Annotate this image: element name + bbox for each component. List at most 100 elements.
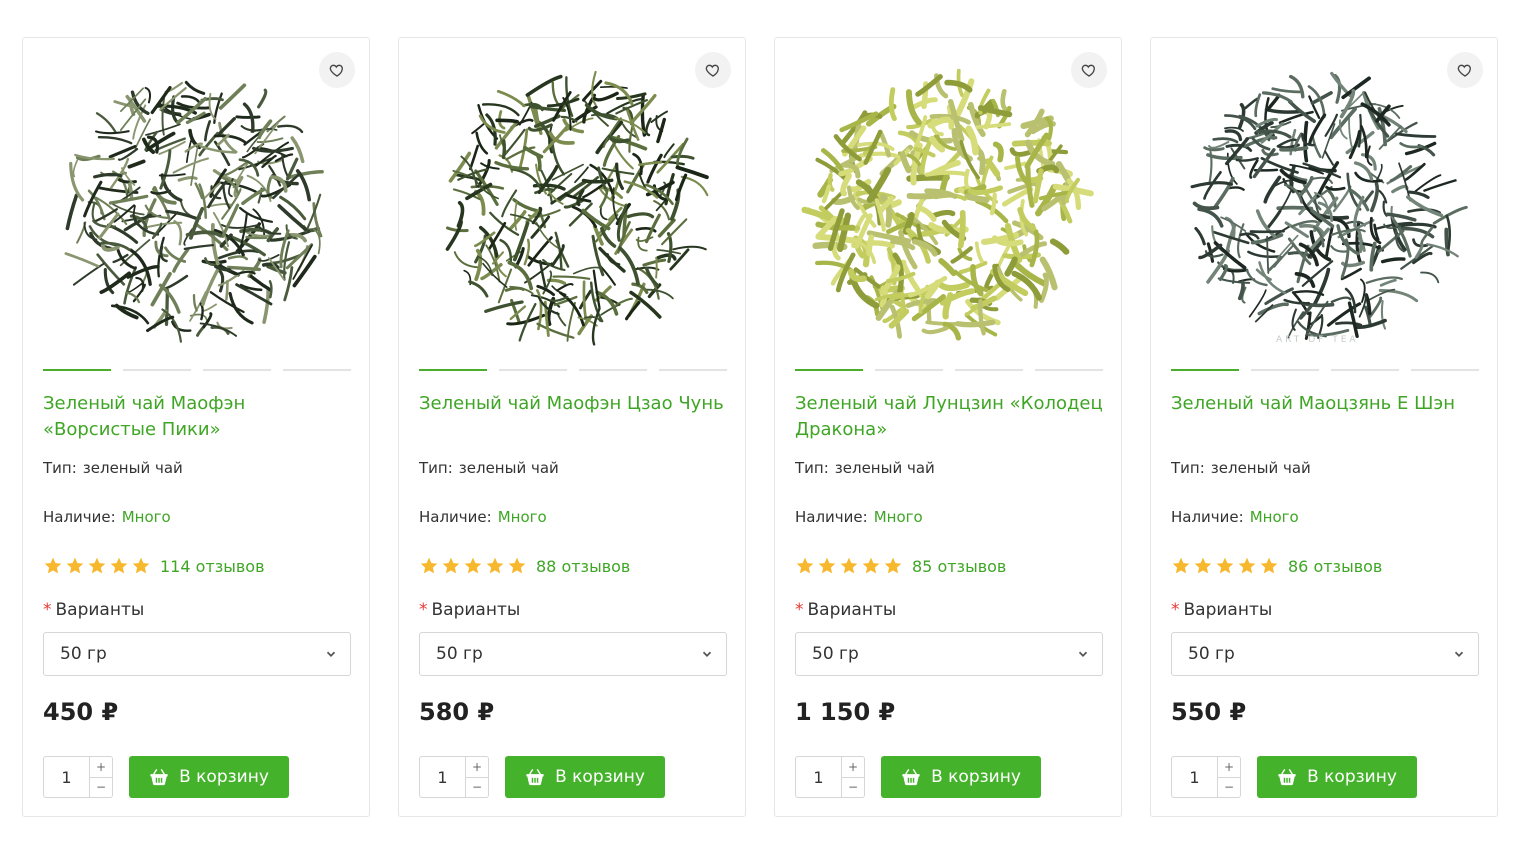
reviews-link[interactable]: 114 отзывов (160, 557, 265, 576)
stock-label: Наличие: (1171, 508, 1244, 526)
product-type: Тип: зеленый чай (795, 459, 935, 477)
slider-dot[interactable] (795, 369, 863, 371)
favorite-button[interactable] (695, 52, 731, 88)
slider-dot[interactable] (419, 369, 487, 371)
product-stock: Наличие: Много (419, 508, 547, 526)
quantity-decrease-button[interactable]: − (466, 776, 488, 798)
product-title-link[interactable]: Зеленый чай Маофэн «Ворсистые Пики» (43, 391, 353, 443)
quantity-increase-button[interactable]: + (90, 757, 112, 777)
product-price: 580 ₽ (419, 698, 495, 726)
slider-dot[interactable] (499, 369, 567, 371)
product-stock: Наличие: Много (43, 508, 171, 526)
quantity-input[interactable]: 1 (796, 757, 842, 797)
quantity-increase-button[interactable]: + (466, 757, 488, 777)
add-to-cart-label: В корзину (931, 767, 1021, 787)
slider-dot[interactable] (123, 369, 191, 371)
rating-stars (1171, 556, 1279, 576)
product-rating: 85 отзывов (795, 556, 1006, 576)
slider-dot[interactable] (955, 369, 1023, 371)
basket-icon (526, 768, 544, 786)
slider-dot[interactable] (203, 369, 271, 371)
add-to-cart-button[interactable]: В корзину (505, 756, 665, 798)
slider-dot[interactable] (1331, 369, 1399, 371)
slider-dot[interactable] (1251, 369, 1319, 371)
star-icon (1238, 557, 1256, 574)
product-rating: 88 отзывов (419, 556, 630, 576)
stock-value: Много (497, 508, 547, 526)
product-grid: Зеленый чай Маофэн «Ворсистые Пики» Тип:… (22, 37, 1498, 817)
star-icon (1194, 557, 1212, 574)
product-image[interactable] (399, 38, 745, 368)
slider-dot[interactable] (43, 369, 111, 371)
type-label: Тип: (1171, 459, 1205, 477)
quantity-increase-button[interactable]: + (842, 757, 864, 777)
product-card: Зеленый чай Маофэн «Ворсистые Пики» Тип:… (22, 37, 370, 817)
star-icon (66, 557, 84, 574)
slider-dot[interactable] (1035, 369, 1103, 371)
type-value: зеленый чай (82, 459, 183, 477)
tea-leaves-image (801, 68, 1094, 341)
product-card: Зеленый чай Маофэн Цзао Чунь Тип: зеленый… (398, 37, 746, 817)
variant-select[interactable]: 50 гр (1171, 632, 1479, 676)
star-icon (1260, 557, 1278, 574)
reviews-link[interactable]: 86 отзывов (1288, 557, 1382, 576)
quantity-input[interactable]: 1 (1172, 757, 1218, 797)
quantity-decrease-button[interactable]: − (1218, 776, 1240, 798)
stock-label: Наличие: (419, 508, 492, 526)
variants-label-text: Варианты (1183, 600, 1273, 620)
variants-label-text: Варианты (431, 600, 521, 620)
variants-label: * Варианты (43, 600, 144, 620)
star-icon (132, 557, 150, 574)
variant-select[interactable]: 50 гр (795, 632, 1103, 676)
variant-selected-value: 50 гр (436, 644, 483, 664)
product-title-link[interactable]: Зеленый чай Маофэн Цзао Чунь (419, 391, 729, 417)
add-to-cart-button[interactable]: В корзину (1257, 756, 1417, 798)
product-rating: 86 отзывов (1171, 556, 1382, 576)
quantity-increase-button[interactable]: + (1218, 757, 1240, 777)
product-image[interactable] (1151, 38, 1497, 368)
quantity-decrease-button[interactable]: − (842, 776, 864, 798)
quantity-input[interactable]: 1 (420, 757, 466, 797)
tea-leaves-image (1190, 71, 1468, 340)
variant-select[interactable]: 50 гр (43, 632, 351, 676)
quantity-decrease-button[interactable]: − (90, 776, 112, 798)
favorite-button[interactable] (1071, 52, 1107, 88)
add-to-cart-label: В корзину (179, 767, 269, 787)
variant-select[interactable]: 50 гр (419, 632, 727, 676)
rating-stars (43, 556, 151, 576)
favorite-button[interactable] (1447, 52, 1483, 88)
star-icon (508, 557, 526, 574)
reviews-link[interactable]: 88 отзывов (536, 557, 630, 576)
star-icon (486, 557, 504, 574)
variant-selected-value: 50 гр (1188, 644, 1235, 664)
quantity-input[interactable]: 1 (44, 757, 90, 797)
slider-dot[interactable] (1171, 369, 1239, 371)
product-title-link[interactable]: Зеленый чай Лунцзин «Колодец Дракона» (795, 391, 1105, 443)
slider-dot[interactable] (875, 369, 943, 371)
slider-dot[interactable] (1411, 369, 1479, 371)
star-icon (1216, 557, 1234, 574)
slider-dot[interactable] (579, 369, 647, 371)
add-to-cart-button[interactable]: В корзину (129, 756, 289, 798)
rating-stars (419, 556, 527, 576)
product-rating: 114 отзывов (43, 556, 265, 576)
product-title-link[interactable]: Зеленый чай Маоцзянь Е Шэн (1171, 391, 1481, 417)
favorite-button[interactable] (319, 52, 355, 88)
type-value: зеленый чай (458, 459, 559, 477)
stock-value: Много (1249, 508, 1299, 526)
product-image[interactable] (23, 38, 369, 368)
product-image[interactable] (775, 38, 1121, 368)
variants-label-text: Варианты (55, 600, 145, 620)
variant-selected-value: 50 гр (812, 644, 859, 664)
chevron-down-icon (1078, 651, 1088, 657)
star-icon (840, 557, 858, 574)
slider-dot[interactable] (659, 369, 727, 371)
product-type: Тип: зеленый чай (43, 459, 183, 477)
reviews-link[interactable]: 85 отзывов (912, 557, 1006, 576)
add-to-cart-button[interactable]: В корзину (881, 756, 1041, 798)
product-price: 450 ₽ (43, 698, 119, 726)
tea-leaves-image (64, 80, 324, 343)
basket-icon (902, 768, 920, 786)
product-price: 550 ₽ (1171, 698, 1247, 726)
slider-dot[interactable] (283, 369, 351, 371)
